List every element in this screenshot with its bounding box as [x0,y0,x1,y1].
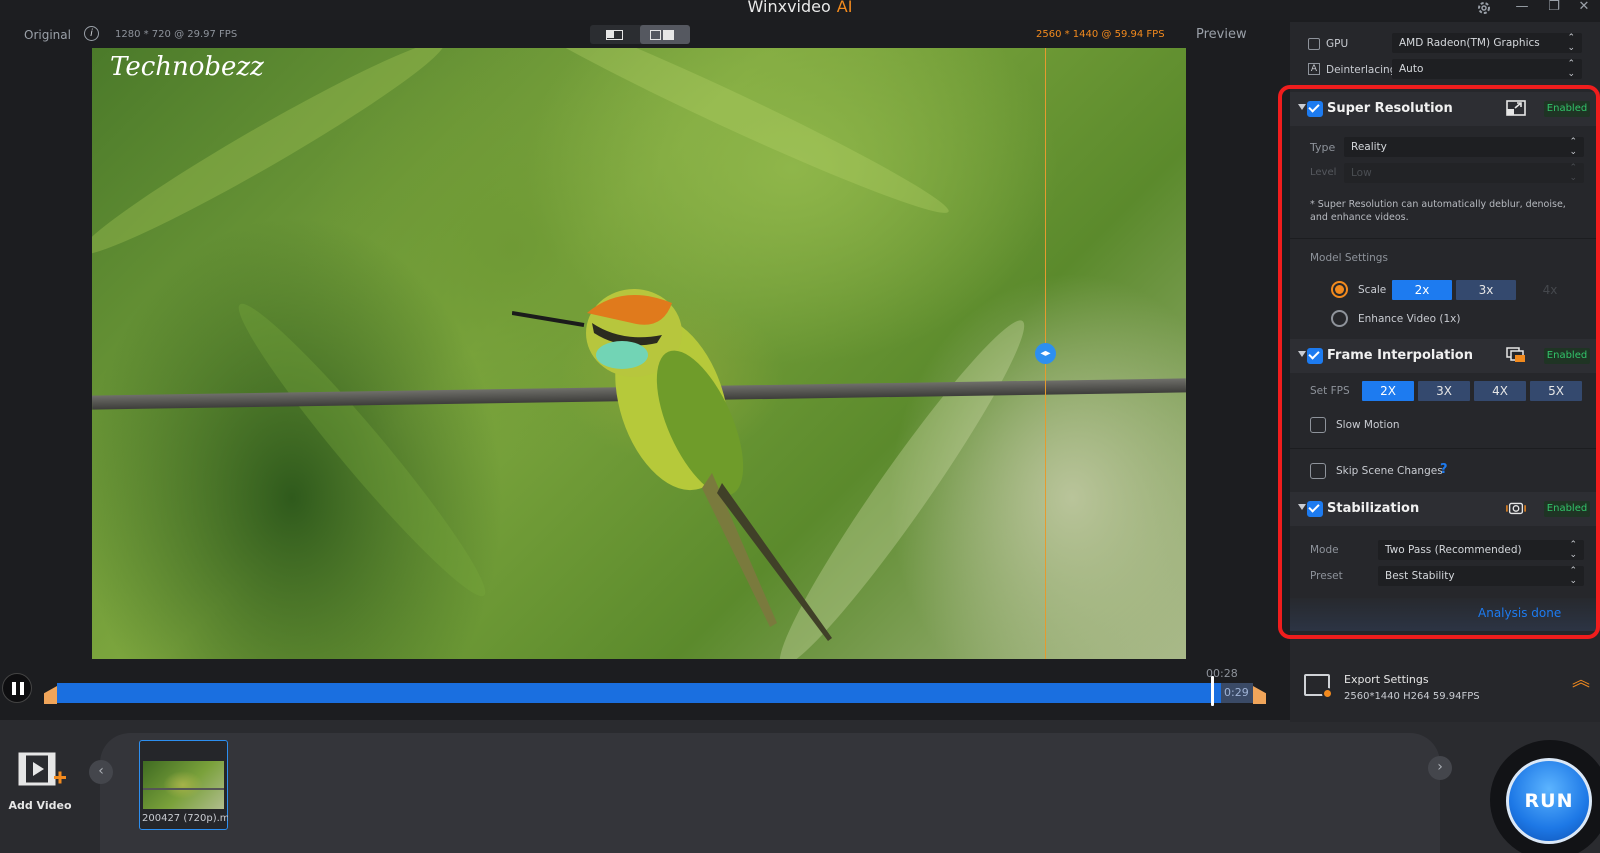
gpu-select[interactable]: AMD Radeon(TM) Graphics ⌃ ⌄ [1392,33,1582,53]
chevron-updown-icon: ⌃ ⌄ [1567,33,1575,53]
minimize-button[interactable]: — [1512,0,1532,16]
title-bar: Winxvideo AI — ❐ ✕ [0,0,1600,20]
thumbnail-label: 200427 (720p).m [142,813,228,824]
split-view-icon-right [663,30,674,40]
gear-icon[interactable] [1474,0,1494,16]
video-thumbnail[interactable]: 200427 (720p).m [139,740,228,830]
export-settings-title: Export Settings [1344,673,1429,686]
single-view-button[interactable] [590,25,640,44]
run-button[interactable]: RUN [1506,758,1592,844]
highlight-box [1278,85,1600,639]
close-button[interactable]: ✕ [1574,0,1594,16]
restore-button[interactable]: ❐ [1544,0,1564,16]
video-preview[interactable]: Technobezz ◂▸ [92,48,1186,659]
preview-header: Original i 1280 * 720 @ 29.97 FPS 2560 *… [0,22,1290,48]
gpu-label: GPU [1326,38,1349,50]
add-video-icon [18,752,66,786]
thumbnail-image [143,761,224,809]
app-title-ai: AI [836,0,853,16]
single-view-icon [606,30,623,40]
end-time: 0:29 [1224,686,1249,699]
app-title: Winxvideo AI [0,0,1600,16]
gpu-checkbox[interactable] [1308,38,1320,50]
export-settings[interactable]: Export Settings 2560*1440 H264 59.94FPS … [1292,664,1600,712]
timeline-track[interactable] [57,683,1253,703]
deinterlacing-select[interactable]: Auto ⌃ ⌄ [1392,59,1582,79]
chevron-up-icon[interactable]: ︽ [1572,672,1590,690]
playhead[interactable] [1210,676,1214,706]
add-video-label: Add Video [8,799,72,812]
watermark: Technobezz [110,52,264,82]
info-icon[interactable]: i [84,26,99,41]
add-video-button[interactable]: Add Video [8,752,72,812]
pause-icon [12,682,16,695]
split-view-icon [650,30,661,40]
chevron-updown-icon: ⌃ ⌄ [1567,59,1575,79]
deinterlacing-label: Deinterlacing [1326,64,1397,76]
export-settings-details: 2560*1440 H264 59.94FPS [1344,691,1480,702]
view-mode-toggle [590,25,690,44]
preview-label: Preview [1196,27,1247,42]
pause-button[interactable] [2,673,32,703]
pause-icon-bar [20,682,24,695]
media-strip [100,733,1440,853]
original-label: Original [24,28,71,42]
trim-end-handle[interactable] [1253,686,1266,704]
export-gear-icon [1322,688,1333,699]
app-title-text: Winxvideo [747,0,831,16]
gpu-value: AMD Radeon(TM) Graphics [1399,37,1540,49]
bird-image [512,289,832,641]
scroll-right-button[interactable]: › [1428,756,1452,780]
scroll-left-button[interactable]: ‹ [89,760,113,784]
trim-start-handle[interactable] [44,686,57,704]
split-view-button[interactable] [640,25,690,44]
deinterlacing-value: Auto [1399,63,1424,75]
original-resolution: 1280 * 720 @ 29.97 FPS [115,29,238,40]
deinterlace-icon: A [1308,63,1320,75]
foliage-shape [223,290,501,610]
app-window: Winxvideo AI — ❐ ✕ Original i 1280 * 720 … [0,0,1600,853]
split-handle[interactable]: ◂▸ [1035,343,1056,364]
output-resolution: 2560 * 1440 @ 59.94 FPS [1036,29,1165,40]
foliage-shape [487,48,957,228]
